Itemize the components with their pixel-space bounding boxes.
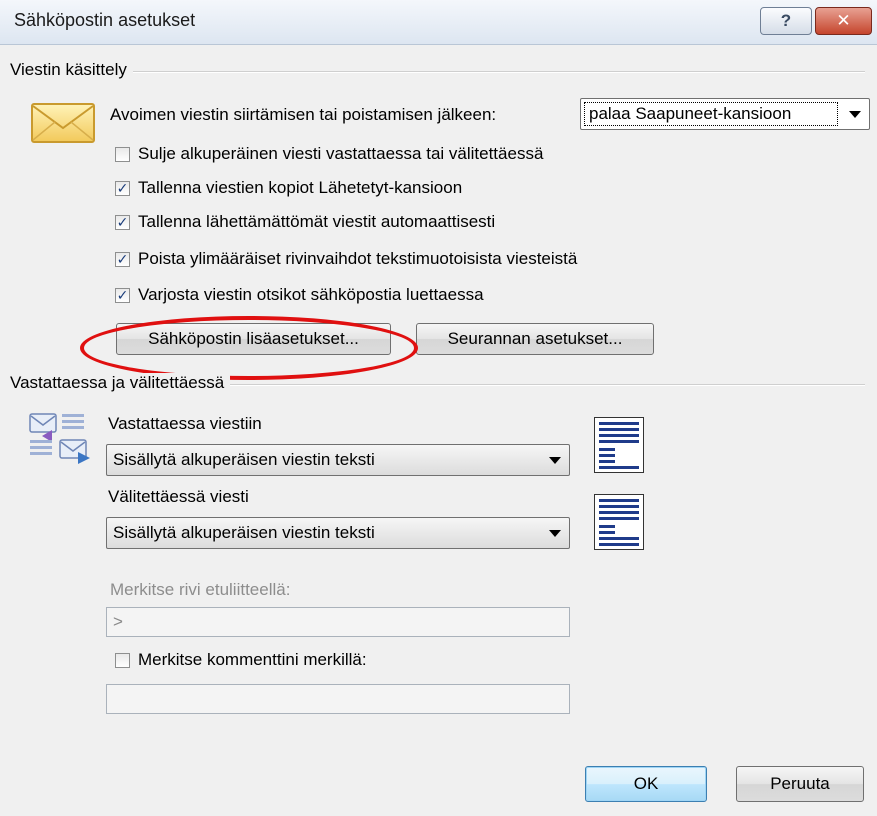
- checkbox-mark-comments[interactable]: Merkitse kommenttini merkillä:: [115, 648, 367, 672]
- envelope-icon: [30, 100, 98, 146]
- checkbox-label: Tallenna viestien kopiot Lähetetyt-kansi…: [138, 178, 463, 197]
- reply-label: Vastattaessa viestiin: [108, 414, 262, 433]
- ok-button[interactable]: OK: [585, 766, 707, 802]
- group-label-reply-forward: Vastattaessa ja välitettäessä: [10, 373, 231, 393]
- checkbox-box[interactable]: [115, 652, 130, 668]
- forward-label: Välitettäessä viesti: [108, 487, 249, 506]
- reply-forward-icon: [26, 408, 96, 464]
- group-label-message-handling: Viestin käsittely: [10, 60, 133, 80]
- advanced-email-options-button[interactable]: Sähköpostin lisäasetukset...: [116, 323, 391, 355]
- after-move-label: Avoimen viestin siirtämisen tai poistami…: [110, 105, 497, 124]
- checkbox-label: Merkitse kommenttini merkillä:: [138, 650, 367, 669]
- after-move-select[interactable]: palaa Saapuneet-kansioon: [580, 98, 870, 130]
- prefix-label: Merkitse rivi etuliitteellä:: [110, 580, 291, 599]
- after-move-value: palaa Saapuneet-kansioon: [584, 102, 838, 126]
- window-title: Sähköpostin asetukset: [14, 10, 196, 30]
- checkmark-icon: ✓: [116, 287, 129, 303]
- checkbox-label: Varjosta viestin otsikot sähköpostia lue…: [138, 285, 484, 304]
- checkbox-box[interactable]: ✓: [115, 251, 130, 267]
- reply-value: Sisällytä alkuperäisen viestin teksti: [113, 450, 375, 469]
- group-divider-message-handling: [10, 71, 865, 73]
- chevron-down-icon: [541, 529, 569, 537]
- checkbox-autosave-unsent[interactable]: ✓ Tallenna lähettämättömät viestit autom…: [115, 210, 495, 234]
- forward-select[interactable]: Sisällytä alkuperäisen viestin teksti: [106, 517, 570, 549]
- checkbox-box[interactable]: [115, 146, 130, 162]
- help-button[interactable]: ?: [760, 7, 812, 35]
- forward-value: Sisällytä alkuperäisen viestin teksti: [113, 523, 375, 542]
- checkbox-label: Poista ylimääräiset rivinvaihdot tekstim…: [138, 249, 578, 268]
- checkbox-close-original[interactable]: Sulje alkuperäinen viesti vastattaessa t…: [115, 142, 543, 166]
- checkbox-shade-headers[interactable]: ✓ Varjosta viestin otsikot sähköpostia l…: [115, 283, 484, 307]
- reply-select[interactable]: Sisällytä alkuperäisen viestin teksti: [106, 444, 570, 476]
- chevron-down-icon: [841, 110, 869, 118]
- cancel-button[interactable]: Peruuta: [736, 766, 864, 802]
- checkmark-icon: ✓: [116, 214, 129, 230]
- checkbox-label: Sulje alkuperäinen viesti vastattaessa t…: [138, 144, 544, 163]
- checkmark-icon: ✓: [116, 251, 129, 267]
- forward-preview-icon: [594, 494, 644, 550]
- checkbox-remove-line-breaks[interactable]: ✓ Poista ylimääräiset rivinvaihdot tekst…: [115, 247, 577, 271]
- comments-input[interactable]: [106, 684, 570, 714]
- checkmark-icon: ✓: [116, 180, 129, 196]
- chevron-down-icon: [541, 456, 569, 464]
- checkbox-save-sent-copies[interactable]: ✓ Tallenna viestien kopiot Lähetetyt-kan…: [115, 176, 462, 200]
- checkbox-box[interactable]: ✓: [115, 214, 130, 230]
- checkbox-box[interactable]: ✓: [115, 287, 130, 303]
- tracking-options-button[interactable]: Seurannan asetukset...: [416, 323, 654, 355]
- checkbox-label: Tallenna lähettämättömät viestit automaa…: [138, 212, 496, 231]
- close-button[interactable]: ✕: [815, 7, 872, 35]
- prefix-input[interactable]: >: [106, 607, 570, 637]
- reply-preview-icon: [594, 417, 644, 473]
- checkbox-box[interactable]: ✓: [115, 180, 130, 196]
